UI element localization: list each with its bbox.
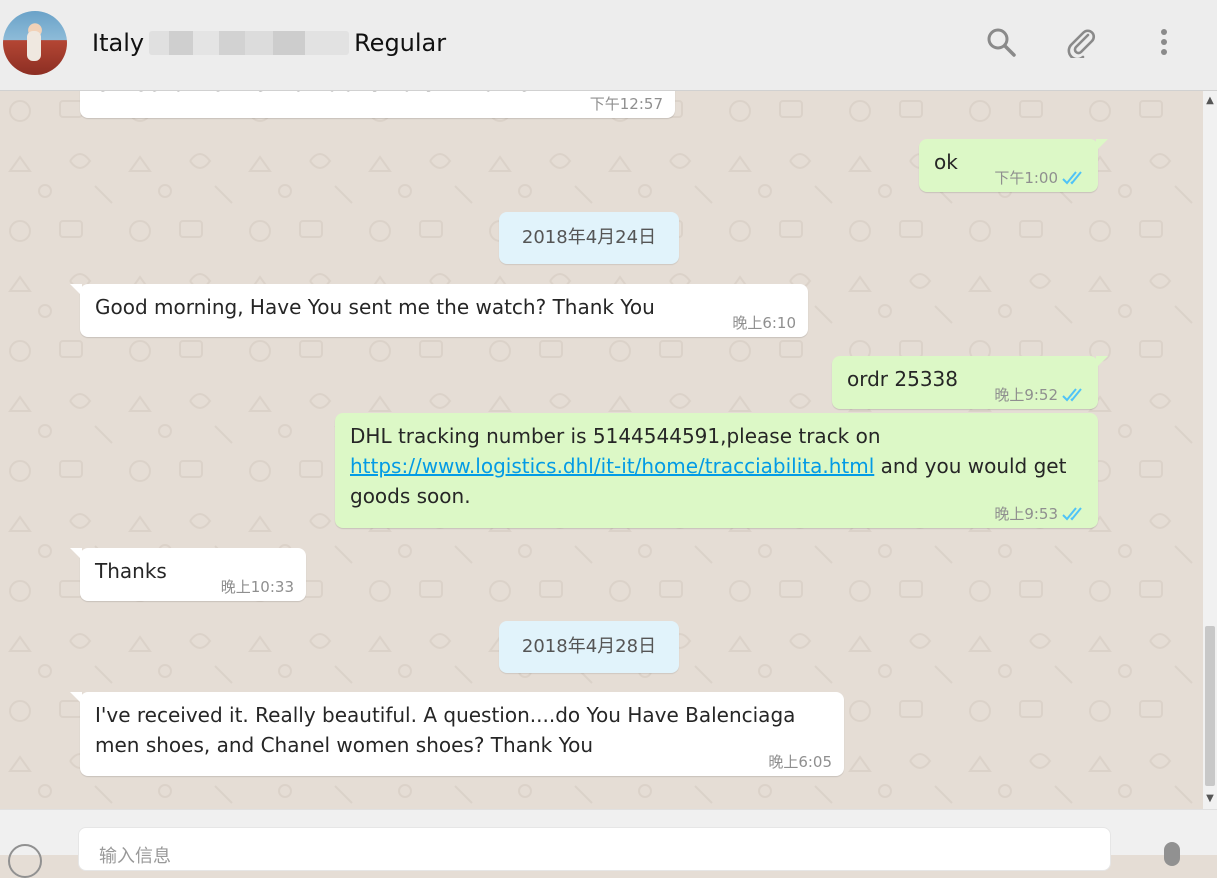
double-check-icon [1062, 387, 1082, 401]
double-check-icon [1062, 170, 1082, 184]
chat-area[interactable]: Ok. Send me this montblanc watch. Thanks… [0, 91, 1203, 809]
message-meta: 下午1:00 [994, 167, 1086, 188]
message-incoming[interactable]: Ok. Send me this montblanc watch. Thanks… [80, 91, 675, 118]
message-time: 晚上9:52 [994, 386, 1058, 404]
message-outgoing[interactable]: ordr 25338 晚上9:52 [832, 356, 1108, 409]
double-check-icon [1062, 506, 1082, 520]
chat-scrollbar[interactable]: ▲ ▼ [1203, 91, 1217, 809]
message-time: 晚上6:10 [732, 312, 796, 333]
message-incoming[interactable]: Good morning, Have You sent me the watch… [70, 284, 808, 337]
message-text: Good morning, Have You sent me the watch… [95, 295, 655, 319]
date-text: 2018年4月28日 [521, 636, 657, 657]
message-time-text: 下午12:57 [589, 95, 663, 113]
contact-name-end: Regular [354, 29, 447, 57]
search-icon[interactable] [985, 26, 1017, 58]
scroll-up-arrow-icon[interactable]: ▲ [1205, 95, 1215, 107]
message-input-placeholder: 输入信息 [99, 846, 171, 867]
composer-bar: 输入信息 [0, 809, 1217, 878]
message-time-text: 晚上6:05 [768, 753, 832, 771]
message-text-line: men shoes, and Chanel women shoes? Thank… [95, 733, 594, 757]
message-time: 晚上10:33 [221, 576, 294, 597]
message-time: 晚上9:53 [994, 505, 1058, 523]
message-input[interactable]: 输入信息 [78, 827, 1111, 871]
redacted-name-blur [149, 31, 350, 55]
message-incoming[interactable]: I've received it. Really beautiful. A qu… [70, 692, 844, 776]
contact-name-start: Italy [92, 29, 145, 57]
contact-name[interactable]: Italy Regular [92, 27, 446, 59]
scrollbar-thumb[interactable] [1205, 626, 1215, 786]
tracking-link[interactable]: https://www.logistics.dhl/it-it/home/tra… [350, 454, 874, 478]
message-outgoing[interactable]: ok 下午1:00 [919, 139, 1108, 192]
message-text-line: I've received it. Really beautiful. A qu… [95, 703, 796, 727]
date-text: 2018年4月24日 [521, 227, 657, 248]
message-time: 下午1:00 [994, 169, 1058, 187]
message-time-text: 晚上10:33 [220, 578, 294, 596]
scroll-down-arrow-icon[interactable]: ▼ [1205, 793, 1215, 805]
message-meta: 晚上9:52 [994, 384, 1086, 405]
message-text-part: DHL tracking number is 5144544591,please… [350, 424, 881, 448]
message-text: Ok. Send me this montblanc watch. Thanks [95, 91, 661, 99]
chat-header: Italy Regular [0, 0, 1217, 91]
message-text: I've received it. Really beautiful. A qu… [95, 700, 830, 760]
date-separator: 2018年4月28日 [499, 621, 679, 673]
menu-icon[interactable] [1148, 26, 1180, 58]
date-separator: 2018年4月24日 [499, 212, 679, 264]
message-time: 下午12:57 [590, 93, 663, 114]
message-outgoing[interactable]: DHL tracking number is 5144544591,please… [335, 413, 1098, 528]
message-time: 晚上6:05 [768, 751, 832, 772]
message-incoming[interactable]: Thanks 晚上10:33 [70, 548, 306, 601]
contact-avatar[interactable] [3, 11, 67, 75]
message-text: DHL tracking number is 5144544591,please… [350, 421, 1084, 511]
message-time-text: 晚上6:10 [732, 314, 796, 332]
attach-icon[interactable] [1065, 26, 1097, 61]
message-meta: 晚上9:53 [994, 503, 1086, 524]
mic-icon[interactable] [1164, 842, 1180, 866]
emoji-icon[interactable] [8, 844, 42, 878]
